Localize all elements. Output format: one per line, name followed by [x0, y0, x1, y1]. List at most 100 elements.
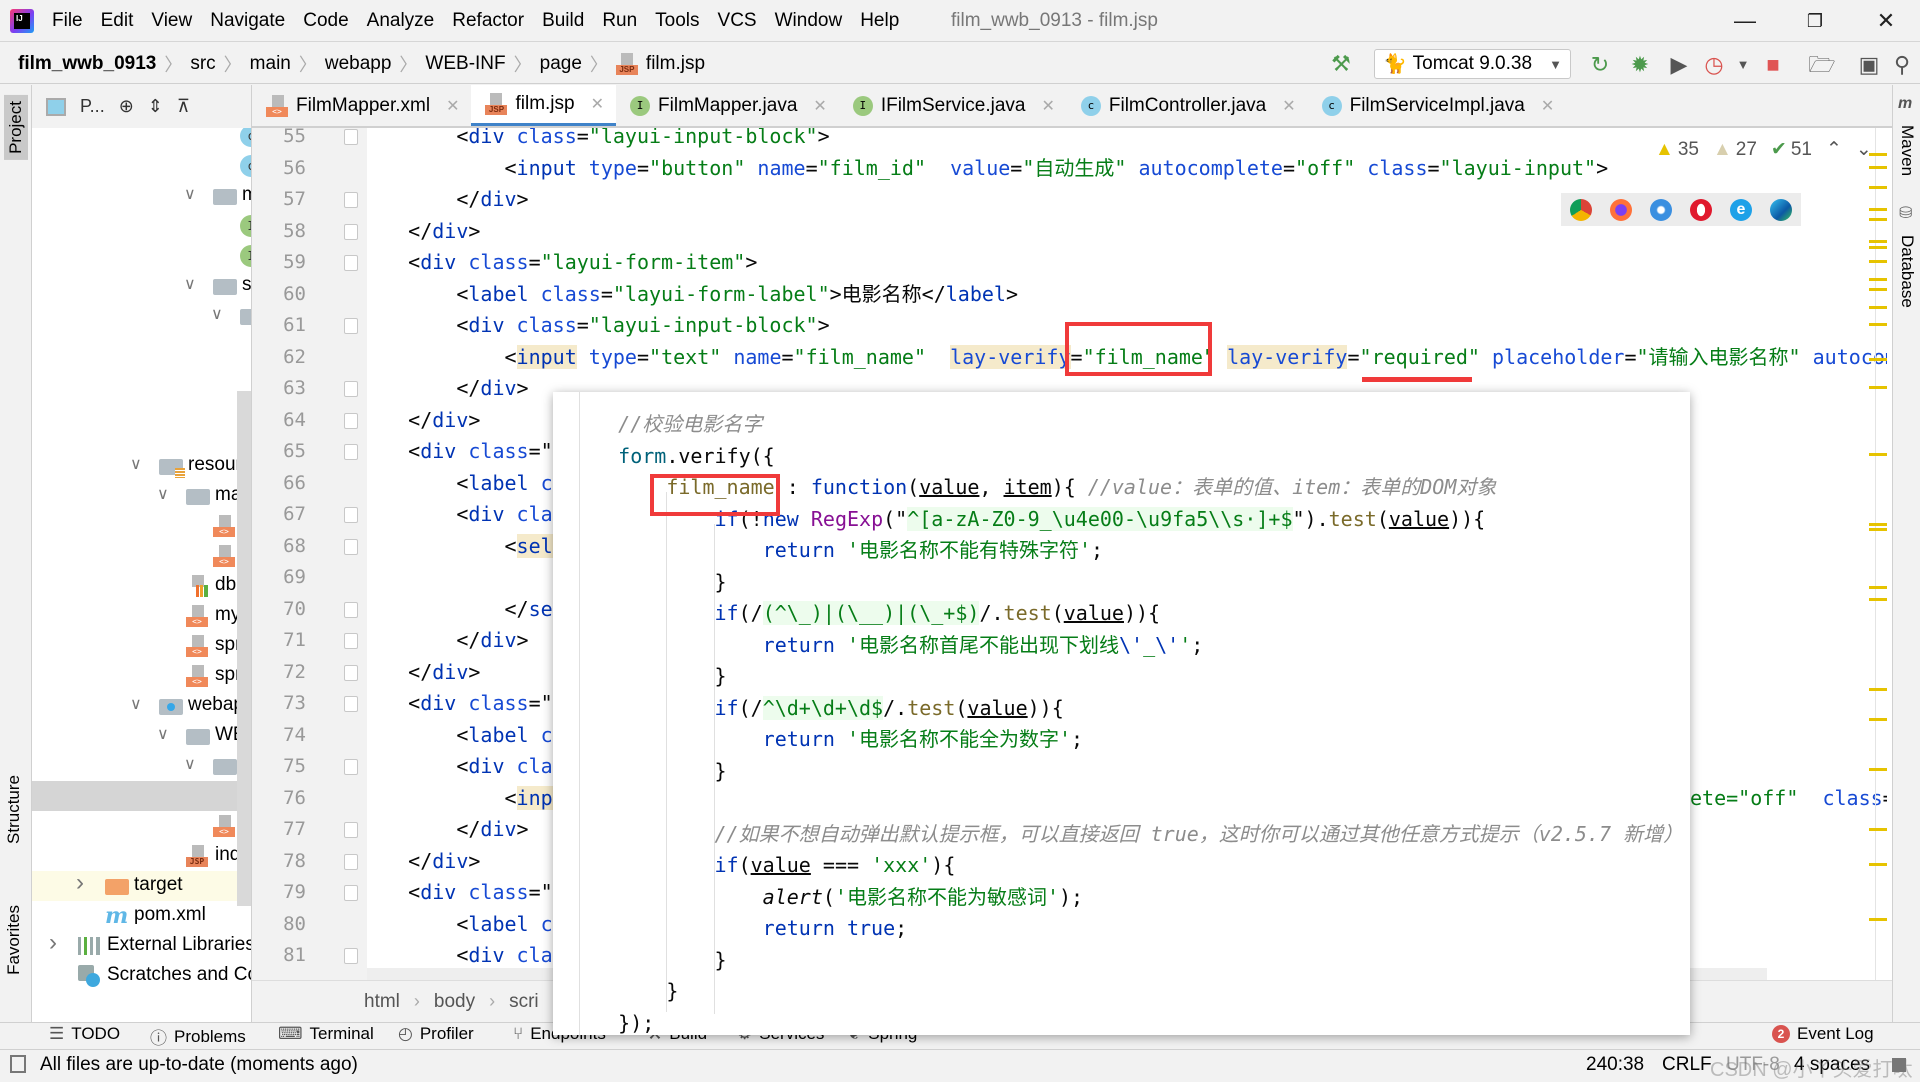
- chevron-down-icon[interactable]: ∨: [157, 724, 169, 744]
- coverage-icon[interactable]: ▶: [1664, 50, 1694, 80]
- tree-item[interactable]: ∨ webapp: [32, 691, 251, 721]
- error-stripe-mark[interactable]: [1869, 186, 1887, 189]
- database-tool-button[interactable]: Database: [1897, 235, 1917, 308]
- error-stripe-mark[interactable]: [1869, 523, 1887, 526]
- menu-help[interactable]: Help: [860, 10, 899, 32]
- structure-tool-button[interactable]: Structure: [4, 775, 24, 844]
- error-stripe-mark[interactable]: [1869, 246, 1887, 249]
- tab-ifilmservice-java[interactable]: I IFilmService.java ✕: [839, 85, 1067, 126]
- breadcrumb-item[interactable]: film.jsp: [646, 53, 705, 75]
- menu-edit[interactable]: Edit: [101, 10, 134, 32]
- error-stripe-mark[interactable]: [1869, 240, 1887, 243]
- rerun-icon[interactable]: ↻: [1585, 50, 1615, 80]
- tree-item[interactable]: c: [32, 151, 251, 181]
- build-hammer-icon[interactable]: ⚒: [1326, 49, 1356, 79]
- menu-vcs[interactable]: VCS: [718, 10, 757, 32]
- error-stripe-mark[interactable]: [1869, 208, 1887, 211]
- chevron-down-icon[interactable]: ∨: [211, 304, 223, 324]
- error-stripe-mark[interactable]: [1869, 768, 1887, 771]
- error-stripe-mark[interactable]: [1869, 528, 1887, 531]
- error-stripe[interactable]: [1867, 128, 1887, 980]
- breadcrumb-item[interactable]: src: [190, 53, 215, 75]
- tool-window-profiler[interactable]: ◴ Profiler: [398, 1024, 474, 1044]
- opera-icon[interactable]: [1690, 198, 1712, 221]
- error-stripe-mark[interactable]: [1869, 586, 1887, 589]
- menu-refactor[interactable]: Refactor: [452, 10, 524, 32]
- tree-item[interactable]: I: [32, 211, 251, 241]
- tool-window-problems[interactable]: ⓘ Problems: [150, 1024, 246, 1049]
- error-stripe-mark[interactable]: [1869, 218, 1887, 221]
- close-tab-icon[interactable]: ✕: [1282, 96, 1295, 116]
- chrome-icon[interactable]: [1570, 198, 1592, 221]
- breadcrumb-item[interactable]: WEB-INF: [425, 53, 505, 75]
- breadcrumb-item[interactable]: film_wwb_0913: [18, 53, 156, 75]
- event-log-button[interactable]: 2 Event Log: [1772, 1024, 1874, 1044]
- tab-filmmapper-xml[interactable]: FilmMapper.xml ✕: [252, 85, 471, 126]
- menu-analyze[interactable]: Analyze: [367, 10, 435, 32]
- path-item[interactable]: body: [434, 991, 475, 1013]
- tree-item[interactable]: sprin: [32, 661, 251, 691]
- menu-window[interactable]: Window: [775, 10, 843, 32]
- dropdown-icon[interactable]: ▼: [1728, 50, 1758, 80]
- menu-tools[interactable]: Tools: [655, 10, 699, 32]
- line-separator[interactable]: CRLF: [1662, 1054, 1712, 1076]
- error-stripe-mark[interactable]: [1869, 166, 1887, 169]
- firefox-icon[interactable]: [1610, 198, 1632, 221]
- path-item[interactable]: html: [364, 991, 400, 1013]
- collapse-all-icon[interactable]: ⊼: [177, 96, 190, 117]
- debug-icon[interactable]: ✹: [1625, 50, 1655, 80]
- tree-item[interactable]: › target: [32, 869, 251, 901]
- chevron-right-icon[interactable]: ›: [76, 869, 84, 897]
- menu-build[interactable]: Build: [542, 10, 584, 32]
- favorites-tool-button[interactable]: Favorites: [4, 905, 24, 975]
- tree-item[interactable]: m pom.xml: [32, 901, 251, 931]
- edge-icon[interactable]: [1770, 198, 1792, 221]
- error-stripe-mark[interactable]: [1869, 386, 1887, 389]
- menu-code[interactable]: Code: [303, 10, 348, 32]
- error-stripe-mark[interactable]: [1869, 278, 1887, 281]
- error-stripe-mark[interactable]: [1869, 598, 1887, 601]
- tree-item[interactable]: › External Libraries: [32, 929, 251, 961]
- search-icon[interactable]: ⚲: [1887, 50, 1917, 80]
- breadcrumb-item[interactable]: webapp: [325, 53, 392, 75]
- tree-item[interactable]: we: [32, 811, 251, 841]
- error-stripe-mark[interactable]: [1869, 358, 1887, 361]
- tree-item[interactable]: ∨pa: [32, 751, 251, 781]
- error-stripe-mark[interactable]: [1869, 288, 1887, 291]
- safari-icon[interactable]: [1650, 198, 1672, 221]
- tool-window-todo[interactable]: ☰ TODO: [49, 1024, 120, 1044]
- error-stripe-mark[interactable]: [1869, 828, 1887, 831]
- close-tab-icon[interactable]: ✕: [591, 94, 604, 114]
- tab-filmmapper-java[interactable]: I FilmMapper.java ✕: [616, 85, 839, 126]
- previous-highlight-icon[interactable]: ⌃: [1826, 138, 1842, 161]
- menu-file[interactable]: File: [52, 10, 83, 32]
- tree-item[interactable]: ∨ se: [32, 271, 251, 301]
- error-stripe-mark[interactable]: [1869, 918, 1887, 921]
- close-tab-icon[interactable]: ✕: [1541, 96, 1554, 116]
- tree-item[interactable]: ∨mapp: [32, 481, 251, 511]
- next-highlight-icon[interactable]: ⌄: [1856, 138, 1872, 161]
- project-scrollbar[interactable]: [237, 391, 251, 906]
- project-tool-button[interactable]: Project: [4, 95, 28, 160]
- error-stripe-mark[interactable]: [1869, 453, 1887, 456]
- restore-button[interactable]: ❐: [1795, 6, 1835, 36]
- project-view-dropdown[interactable]: P...: [80, 96, 105, 117]
- close-button[interactable]: ✕: [1866, 6, 1906, 36]
- path-item[interactable]: scri: [509, 991, 539, 1013]
- error-stripe-mark[interactable]: [1869, 688, 1887, 691]
- stop-icon[interactable]: ■: [1758, 50, 1788, 80]
- tree-item[interactable]: sprin: [32, 631, 251, 661]
- run-configuration-dropdown[interactable]: 🐈 Tomcat 9.0.38 ▼: [1374, 49, 1571, 79]
- tree-item[interactable]: [32, 781, 251, 811]
- tree-item[interactable]: ∨: [32, 301, 251, 331]
- run-anything-icon[interactable]: ▣: [1854, 50, 1884, 80]
- tool-window-terminal[interactable]: ⌨ Terminal: [278, 1024, 374, 1044]
- profile-icon[interactable]: ◷: [1699, 50, 1729, 80]
- minimize-button[interactable]: —: [1725, 6, 1765, 36]
- tab-filmserviceimpl-java[interactable]: c FilmServiceImpl.java ✕: [1308, 85, 1567, 126]
- menu-navigate[interactable]: Navigate: [210, 10, 285, 32]
- tree-item[interactable]: Scratches and Cor: [32, 961, 251, 991]
- close-tab-icon[interactable]: ✕: [1041, 96, 1054, 116]
- inspection-widget[interactable]: ▲ 35 ▲ 27 ✔ 51 ⌃ ⌄: [1655, 138, 1872, 161]
- chevron-down-icon[interactable]: ∨: [157, 484, 169, 504]
